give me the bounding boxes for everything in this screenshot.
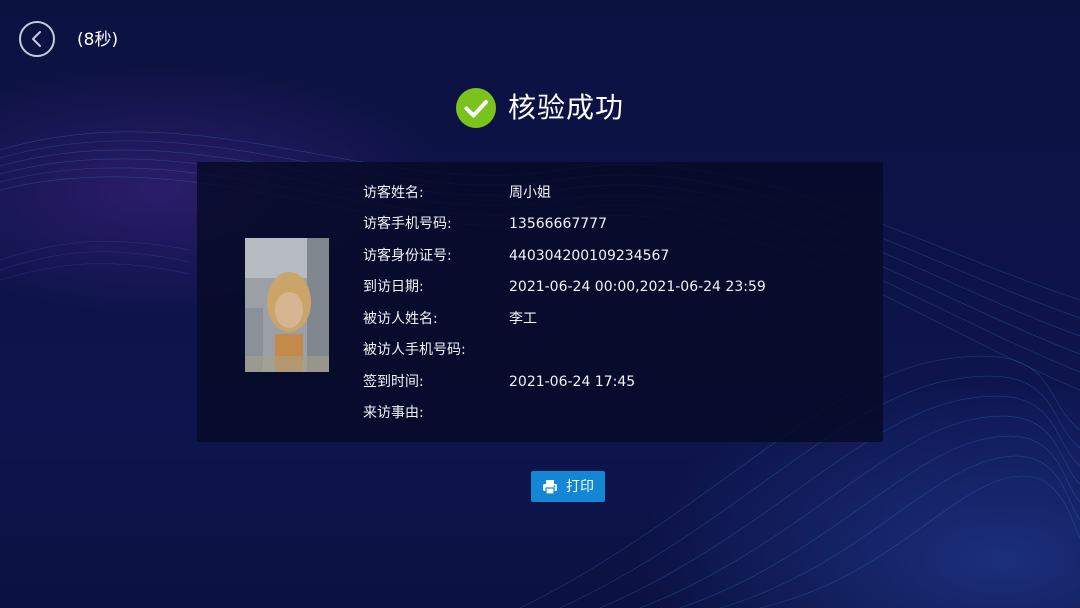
print-button[interactable]: 打印 [531, 471, 605, 502]
field-label: 被访人手机号码: [363, 342, 466, 358]
field-value: 李工 [509, 311, 537, 327]
field-label: 到访日期: [363, 279, 424, 295]
field-label: 来访事由: [363, 405, 424, 421]
field-label: 签到时间: [363, 374, 424, 390]
field-value: 13566667777 [509, 216, 607, 232]
visitor-info-card: 访客姓名: 周小姐 访客手机号码: 13566667777 访客身份证号: 44… [197, 162, 883, 442]
countdown-text: (8秒) [77, 30, 119, 50]
field-value: 2021-06-24 17:45 [509, 374, 636, 390]
field-label: 访客手机号码: [363, 216, 452, 232]
print-button-label: 打印 [566, 478, 594, 495]
check-circle-icon [456, 88, 496, 128]
field-value: 2021-06-24 00:00,2021-06-24 23:59 [509, 279, 766, 295]
verification-status: 核验成功 [456, 88, 624, 128]
field-value: 440304200109234567 [509, 248, 670, 264]
chevron-left-icon [32, 31, 41, 47]
field-value: 周小姐 [509, 185, 551, 201]
visitor-photo [245, 238, 329, 372]
field-label: 被访人姓名: [363, 311, 438, 327]
field-label: 访客姓名: [363, 185, 424, 201]
field-label: 访客身份证号: [363, 248, 452, 264]
printer-icon [543, 479, 557, 495]
visitor-photo-image [245, 238, 329, 372]
back-button[interactable] [19, 21, 55, 57]
status-title: 核验成功 [508, 91, 625, 124]
